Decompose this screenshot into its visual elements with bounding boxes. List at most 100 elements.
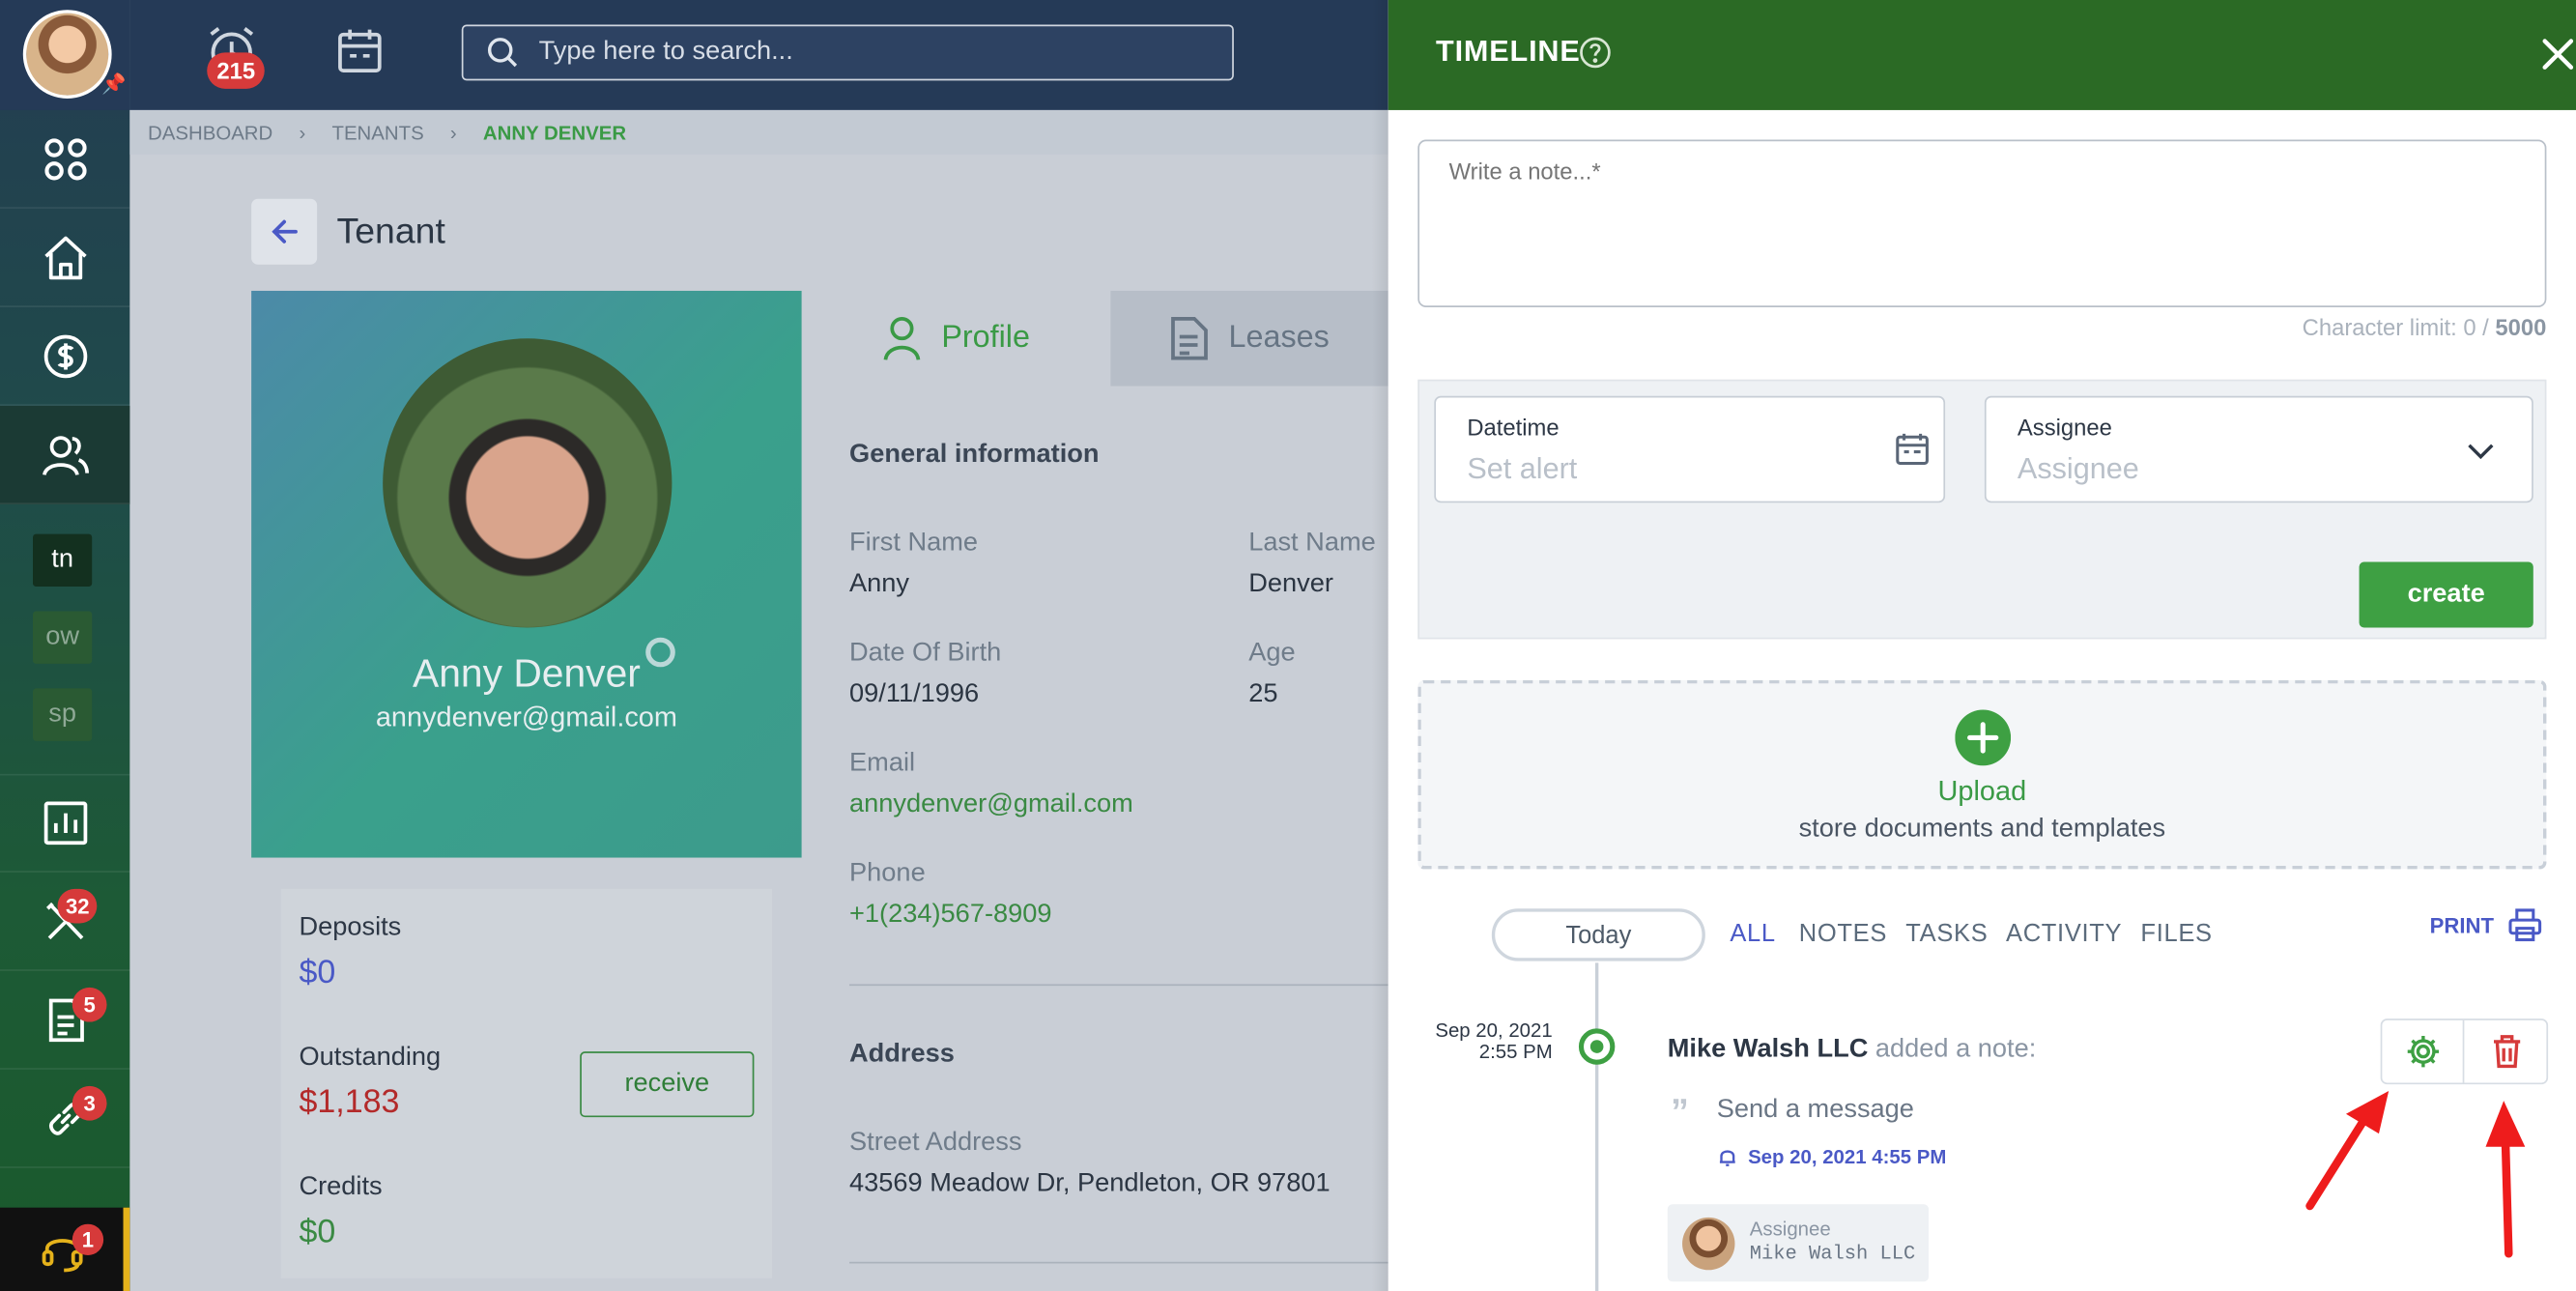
age-value: 25 [1248, 679, 1278, 708]
workspace-label: ow [45, 622, 79, 651]
sidebar-item-finance[interactable] [0, 307, 130, 406]
entry-settings-button[interactable] [2382, 1019, 2465, 1083]
deposits-value: $0 [299, 954, 336, 991]
timeline-filters: Today ALL NOTES TASKS ACTIVITY FILES PRI… [1491, 907, 2543, 963]
upload-dropzone[interactable]: Upload store documents and templates [1417, 679, 2547, 870]
last-name-label: Last Name [1248, 529, 1376, 558]
trash-icon [2493, 1035, 2521, 1069]
back-button[interactable] [251, 198, 318, 265]
support-button[interactable]: 1 [0, 1207, 130, 1291]
chart-icon [43, 801, 87, 846]
alarm-badge: 215 [207, 52, 266, 89]
gear-icon [2406, 1036, 2439, 1068]
address-heading: Address [849, 1040, 955, 1069]
tenant-photo [383, 338, 673, 628]
phone-link[interactable]: +1(234)567-8909 [849, 901, 1052, 931]
entry-date: Sep 20, 2021 [1435, 1018, 1553, 1042]
char-limit: Character limit: 0 / 5000 [2303, 314, 2547, 340]
calendar-icon[interactable] [1894, 430, 1930, 466]
sidebar-item-documents[interactable]: 5 [0, 971, 130, 1070]
timeline-header: TIMELINE [1388, 0, 2576, 110]
filter-notes[interactable]: NOTES [1799, 920, 1887, 948]
user-avatar[interactable] [22, 10, 112, 100]
email-label: Email [849, 749, 916, 778]
workspace-sp[interactable]: sp [33, 688, 93, 741]
calendar-button[interactable] [337, 26, 384, 84]
entry-author[interactable]: Mike Walsh LLC [1668, 1035, 1869, 1063]
sidebar-item-links[interactable]: 3 [0, 1070, 130, 1168]
workspace-tn[interactable]: tn [33, 533, 93, 587]
tab-leases[interactable]: Leases [1110, 290, 1388, 387]
first-name-value: Anny [849, 569, 910, 598]
search-icon [487, 38, 518, 68]
upload-subtitle: store documents and templates [1798, 815, 2166, 844]
create-button[interactable]: create [2359, 561, 2533, 628]
timeline-dot [1578, 1028, 1616, 1065]
datetime-placeholder: Set alert [1467, 451, 1578, 485]
dob-value: 09/11/1996 [849, 679, 980, 708]
datetime-field[interactable]: Datetime Set alert [1434, 395, 1946, 503]
note-options: Datetime Set alert Assignee Assignee cre… [1417, 379, 2547, 640]
entry-delete-button[interactable] [2466, 1020, 2548, 1083]
last-name-value: Denver [1248, 569, 1333, 598]
links-badge: 3 [72, 1085, 107, 1121]
breadcrumb-dashboard[interactable]: DASHBOARD [148, 121, 272, 144]
sidebar-item-maintenance[interactable]: 32 [0, 873, 130, 971]
upload-title[interactable]: Upload [1421, 776, 2543, 809]
user-icon [883, 316, 921, 360]
first-name-label: First Name [849, 529, 979, 558]
maintenance-badge: 32 [57, 888, 99, 924]
plus-circle-icon[interactable] [1955, 709, 2012, 766]
chevron-right-icon: › [449, 120, 457, 144]
breadcrumb-tenants[interactable]: TENANTS [331, 121, 423, 144]
outstanding-label: Outstanding [299, 1043, 442, 1072]
close-icon[interactable] [2540, 36, 2576, 72]
sidebar-item-apps[interactable] [0, 110, 130, 209]
sidebar-item-people[interactable] [0, 405, 130, 504]
credits-label: Credits [299, 1172, 383, 1201]
tenant-name: Anny Denver [412, 652, 641, 697]
email-link[interactable]: annydenver@gmail.com [849, 790, 1133, 820]
chevron-down-icon [2468, 444, 2494, 460]
filter-activity[interactable]: ACTIVITY [2006, 920, 2122, 948]
alarm-button[interactable]: 215 [204, 23, 266, 89]
apps-grid-icon [43, 137, 86, 180]
support-badge: 1 [72, 1223, 104, 1255]
drawer-shadow [1371, 0, 1388, 1291]
entry-note-text: Send a message [1716, 1096, 1914, 1124]
entry-alert-time: Sep 20, 2021 4:55 PM [1748, 1145, 1947, 1168]
workspace-label: tn [51, 545, 73, 574]
printer-icon [2508, 908, 2542, 942]
search-bar[interactable] [461, 24, 1234, 81]
search-input[interactable] [538, 38, 1196, 68]
filter-tasks[interactable]: TASKS [1905, 920, 1988, 948]
pin-icon[interactable]: 📌 [101, 72, 126, 96]
documents-badge: 5 [72, 987, 107, 1022]
workspace-ow[interactable]: ow [33, 611, 93, 664]
help-icon[interactable] [1579, 36, 1612, 69]
filter-files[interactable]: FILES [2140, 920, 2212, 948]
assignee-placeholder: Assignee [2017, 451, 2139, 485]
note-input[interactable] [1417, 139, 2547, 307]
age-label: Age [1248, 639, 1296, 668]
assignee-select[interactable]: Assignee Assignee [1984, 395, 2533, 503]
tab-label: Leases [1228, 320, 1330, 356]
tab-profile[interactable]: Profile [801, 290, 1111, 387]
assignee-label: Assignee [2017, 414, 2112, 441]
receive-button[interactable]: receive [580, 1051, 755, 1118]
assignee-avatar [1682, 1217, 1735, 1271]
timeline-title: TIMELINE [1436, 34, 1581, 68]
filter-all[interactable]: ALL [1730, 920, 1775, 948]
sidebar-item-home[interactable] [0, 209, 130, 307]
sidebar-item-reports[interactable] [0, 773, 130, 873]
general-info-heading: General information [849, 440, 1100, 469]
annotation-arrow-icon [2485, 1101, 2526, 1258]
breadcrumb: DASHBOARD › TENANTS › ANNY DENVER [129, 109, 1388, 155]
tenant-profile-card: Anny Denver annydenver@gmail.com [251, 290, 802, 858]
dob-label: Date Of Birth [849, 639, 1002, 668]
today-button[interactable]: Today [1491, 908, 1705, 961]
char-limit-label: Character limit: 0 / [2302, 313, 2496, 340]
tab-label: Profile [941, 320, 1030, 356]
app-window: 📌 tn ow sp 32 5 3 1 215 Type here to sea… [0, 0, 2576, 1291]
print-button[interactable]: PRINT [2430, 907, 2543, 943]
